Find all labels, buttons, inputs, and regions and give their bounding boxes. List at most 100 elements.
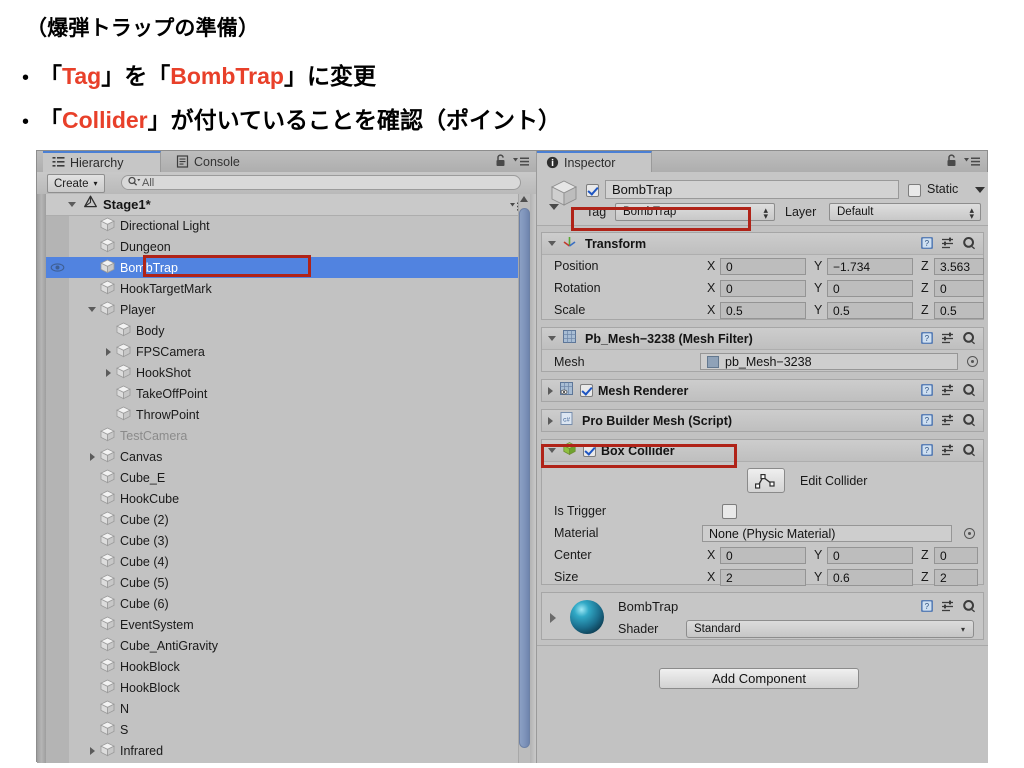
chevron-right-icon[interactable] (548, 386, 553, 395)
hierarchy-item-cube-2[interactable]: Cube (2) (46, 509, 519, 530)
transform-position-y-input[interactable]: −1.734 (827, 258, 913, 275)
hierarchy-item-fpscamera[interactable]: FPSCamera (46, 341, 519, 362)
transform-position-x-input[interactable]: 0 (720, 258, 806, 275)
chevron-right-icon[interactable] (101, 368, 115, 377)
hierarchy-item-infrared[interactable]: Infrared (46, 740, 519, 761)
add-component-button[interactable]: Add Component (659, 668, 859, 689)
transform-scale-z-input[interactable]: 0.5 (934, 302, 984, 319)
hierarchy-item-throwpoint[interactable]: ThrowPoint (46, 404, 519, 425)
physic-material-field[interactable]: None (Physic Material) (702, 525, 952, 542)
panel-menu-icon[interactable] (964, 154, 980, 172)
preset-icon[interactable] (941, 599, 955, 618)
center-z-input[interactable]: 0 (934, 547, 978, 564)
search-input[interactable]: All (121, 175, 521, 190)
help-icon[interactable]: ? (920, 236, 934, 255)
size-z-input[interactable]: 2 (934, 569, 978, 586)
hierarchy-item-cube-antigravity[interactable]: Cube_AntiGravity (46, 635, 519, 656)
hierarchy-item-hookcube[interactable]: HookCube (46, 488, 519, 509)
chevron-down-icon[interactable] (68, 202, 76, 207)
center-y-input[interactable]: 0 (827, 547, 913, 564)
chevron-down-icon[interactable] (548, 448, 556, 453)
hierarchy-item-cube-4[interactable]: Cube (4) (46, 551, 519, 572)
transform-rotation-z-input[interactable]: 0 (934, 280, 984, 297)
gear-icon[interactable] (962, 443, 976, 462)
hierarchy-item-player[interactable]: Player (46, 299, 519, 320)
is-trigger-checkbox[interactable] (722, 504, 737, 519)
hierarchy-item-eventsystem[interactable]: EventSystem (46, 614, 519, 635)
layer-dropdown[interactable]: Default ▴ ▾ (829, 203, 981, 221)
transform-scale-y-input[interactable]: 0.5 (827, 302, 913, 319)
gear-icon[interactable] (962, 413, 976, 432)
help-icon[interactable]: ? (920, 443, 934, 462)
hierarchy-item-s[interactable]: S (46, 719, 519, 740)
hierarchy-item-hookblock[interactable]: HookBlock (46, 677, 519, 698)
help-icon[interactable]: ? (920, 413, 934, 432)
chevron-right-icon[interactable] (550, 613, 556, 623)
hierarchy-item-directional-light[interactable]: Directional Light (46, 215, 519, 236)
gameobject-name-input[interactable]: BombTrap (605, 180, 899, 199)
create-button[interactable]: Create ▾ (47, 174, 105, 193)
transform-rotation-y-input[interactable]: 0 (827, 280, 913, 297)
tab-console[interactable]: Console (167, 151, 272, 172)
transform-scale-x-input[interactable]: 0.5 (720, 302, 806, 319)
chevron-right-icon[interactable] (85, 746, 99, 755)
static-checkbox[interactable] (908, 184, 921, 197)
scroll-up-arrow-icon[interactable] (520, 196, 528, 202)
pro-builder-header[interactable]: c# Pro Builder Mesh (Script) ? (542, 410, 983, 431)
hierarchy-item-n[interactable]: N (46, 698, 519, 719)
gear-icon[interactable] (962, 599, 976, 618)
chevron-right-icon[interactable] (85, 452, 99, 461)
hierarchy-item-cube-6[interactable]: Cube (6) (46, 593, 519, 614)
shader-dropdown[interactable]: Standard ▾ (686, 620, 974, 638)
hierarchy-item-cube-e[interactable]: Cube_E (46, 467, 519, 488)
help-icon[interactable]: ? (920, 599, 934, 618)
hierarchy-item-takeoffpoint[interactable]: TakeOffPoint (46, 383, 519, 404)
mesh-filter-header[interactable]: Pb_Mesh−3238 (Mesh Filter) ? (542, 328, 983, 350)
chevron-right-icon[interactable] (101, 347, 115, 356)
preset-icon[interactable] (941, 331, 955, 350)
hierarchy-item-cube-3[interactable]: Cube (3) (46, 530, 519, 551)
gear-icon[interactable] (962, 331, 976, 350)
visibility-eye-icon[interactable] (46, 257, 69, 278)
transform-header[interactable]: Transform ? (542, 233, 983, 255)
preset-icon[interactable] (941, 443, 955, 462)
preset-icon[interactable] (941, 413, 955, 432)
size-y-input[interactable]: 0.6 (827, 569, 913, 586)
chevron-right-icon[interactable] (548, 416, 553, 425)
lock-icon[interactable] (946, 154, 957, 172)
gear-icon[interactable] (962, 236, 976, 255)
lock-icon[interactable] (495, 154, 506, 172)
tab-hierarchy[interactable]: Hierarchy (43, 151, 161, 172)
hierarchy-item-bombtrap[interactable]: BombTrap (46, 257, 519, 278)
mesh-picker-icon[interactable] (967, 356, 978, 367)
preset-icon[interactable] (941, 236, 955, 255)
gear-icon[interactable] (962, 383, 976, 402)
help-icon[interactable]: ? (920, 383, 934, 402)
hierarchy-item-hooktargetmark[interactable]: HookTargetMark (46, 278, 519, 299)
help-icon[interactable]: ? (920, 331, 934, 350)
chevron-down-icon[interactable] (548, 241, 556, 246)
size-x-input[interactable]: 2 (720, 569, 806, 586)
edit-collider-button[interactable] (747, 468, 785, 493)
box-collider-header[interactable]: Box Collider ? (542, 440, 983, 462)
box-collider-enabled-checkbox[interactable] (583, 444, 596, 457)
center-x-input[interactable]: 0 (720, 547, 806, 564)
static-dropdown-icon[interactable] (975, 187, 985, 193)
preset-icon[interactable] (941, 383, 955, 402)
panel-menu-icon[interactable] (513, 154, 529, 172)
transform-rotation-x-input[interactable]: 0 (720, 280, 806, 297)
hierarchy-item-dungeon[interactable]: Dungeon (46, 236, 519, 257)
chevron-down-icon[interactable] (548, 336, 556, 341)
material-picker-icon[interactable] (964, 528, 975, 539)
mesh-renderer-header[interactable]: Mesh Renderer ? (542, 380, 983, 401)
hierarchy-item-cube-5[interactable]: Cube (5) (46, 572, 519, 593)
mesh-renderer-enabled-checkbox[interactable] (580, 384, 593, 397)
gameobject-enabled-checkbox[interactable] (586, 184, 599, 197)
hierarchy-item-body[interactable]: Body (46, 320, 519, 341)
hierarchy-item-hookshot[interactable]: HookShot (46, 362, 519, 383)
scene-root-row[interactable]: Stage1* (46, 194, 536, 216)
tab-inspector[interactable]: Inspector (537, 151, 652, 172)
hierarchy-item-canvas[interactable]: Canvas (46, 446, 519, 467)
chevron-down-icon[interactable] (85, 307, 99, 312)
hierarchy-scrollbar[interactable] (518, 194, 530, 763)
